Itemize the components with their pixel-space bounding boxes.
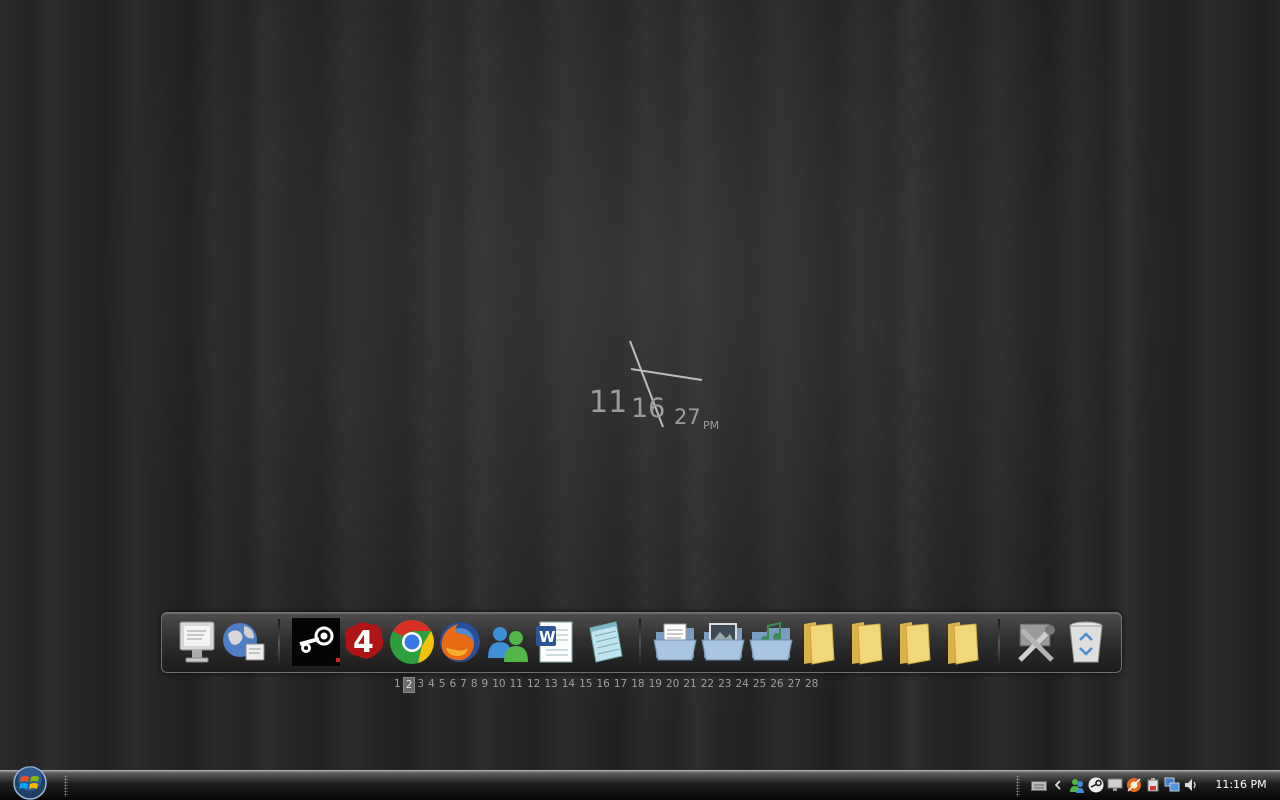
pager-page-2[interactable]: 2 — [402, 677, 416, 693]
tools-icon[interactable] — [1012, 618, 1060, 666]
volume-icon[interactable] — [1182, 776, 1200, 794]
antivirus-icon[interactable] — [1125, 776, 1143, 794]
svg-text:W: W — [539, 628, 556, 646]
taskbar-clock[interactable]: 11:16 PM — [1208, 776, 1274, 794]
network-globe-icon[interactable] — [220, 618, 268, 666]
chrome-icon[interactable] — [388, 618, 436, 666]
keyboard-icon[interactable] — [1030, 776, 1048, 794]
pager-page-10[interactable]: 10 — [490, 677, 507, 693]
chevron-left-icon[interactable] — [1049, 776, 1067, 794]
dock-separator — [639, 619, 641, 669]
pager-page-12[interactable]: 12 — [525, 677, 542, 693]
pager-page-6[interactable]: 6 — [447, 677, 458, 693]
pager-page-27[interactable]: 27 — [786, 677, 803, 693]
documents-folder-icon[interactable] — [652, 618, 700, 666]
clock-hour: 11 — [589, 385, 628, 420]
pager-page-26[interactable]: 26 — [768, 677, 785, 693]
taskbar-grip[interactable] — [64, 775, 68, 797]
tray-grip[interactable] — [1016, 775, 1020, 797]
pager-page-13[interactable]: 13 — [542, 677, 559, 693]
folder-icon[interactable] — [796, 618, 844, 666]
messenger-tray-icon[interactable] — [1068, 776, 1086, 794]
clock-ampm: PM — [703, 419, 720, 432]
clock-second: 27 — [674, 405, 701, 429]
pager-page-19[interactable]: 19 — [647, 677, 664, 693]
pager-page-23[interactable]: 23 — [716, 677, 733, 693]
pager-page-24[interactable]: 24 — [733, 677, 750, 693]
folder-icon[interactable] — [844, 618, 892, 666]
dock-separator — [998, 619, 1000, 669]
notepad-icon[interactable] — [580, 618, 628, 666]
music-folder-icon[interactable] — [748, 618, 796, 666]
desktop: 11 16 27 PM 4 W 1 2 3 4 5 6 7 8 9 10 11 … — [0, 0, 1280, 770]
power-icon[interactable] — [1144, 776, 1162, 794]
system-tray — [1030, 775, 1201, 795]
pager-page-28[interactable]: 28 — [803, 677, 820, 693]
pager-page-11[interactable]: 11 — [508, 677, 525, 693]
pager-page-9[interactable]: 9 — [480, 677, 491, 693]
pager-page-16[interactable]: 16 — [594, 677, 611, 693]
pager-page-1[interactable]: 1 — [392, 677, 403, 693]
pager-page-18[interactable]: 18 — [629, 677, 646, 693]
computer-monitor-icon[interactable] — [174, 618, 222, 666]
pager-page-17[interactable]: 17 — [612, 677, 629, 693]
clock-minute: 16 — [631, 393, 666, 424]
start-button[interactable] — [8, 766, 52, 800]
left4dead-icon[interactable]: 4 — [340, 618, 388, 666]
svg-text:4: 4 — [353, 625, 374, 660]
pager-page-3[interactable]: 3 — [415, 677, 426, 693]
pager-page-7[interactable]: 7 — [458, 677, 469, 693]
pager-page-15[interactable]: 15 — [577, 677, 594, 693]
display-icon[interactable] — [1106, 776, 1124, 794]
pager-page-21[interactable]: 21 — [681, 677, 698, 693]
pager-page-25[interactable]: 25 — [751, 677, 768, 693]
word-icon[interactable]: W — [532, 618, 580, 666]
folder-icon[interactable] — [940, 618, 988, 666]
steam-tray-icon[interactable] — [1087, 776, 1105, 794]
pager-page-5[interactable]: 5 — [437, 677, 448, 693]
firefox-icon[interactable] — [436, 618, 484, 666]
pager-page-22[interactable]: 22 — [699, 677, 716, 693]
pager-page-14[interactable]: 14 — [560, 677, 577, 693]
folder-icon[interactable] — [892, 618, 940, 666]
pager-page-8[interactable]: 8 — [469, 677, 480, 693]
network-icon[interactable] — [1163, 776, 1181, 794]
dock-separator — [278, 619, 280, 669]
pager-page-4[interactable]: 4 — [426, 677, 437, 693]
desktop-pager: 1 2 3 4 5 6 7 8 9 10 11 12 13 14 15 16 17 18 19 20 21 22 23 24 2… — [392, 677, 820, 693]
recycle-bin-icon[interactable] — [1062, 618, 1110, 666]
steam-icon[interactable] — [292, 618, 340, 666]
messenger-icon[interactable] — [484, 618, 532, 666]
dock: 4 W — [161, 612, 1122, 673]
pictures-folder-icon[interactable] — [700, 618, 748, 666]
clock-widget: 11 16 27 PM — [585, 335, 735, 435]
pager-page-20[interactable]: 20 — [664, 677, 681, 693]
